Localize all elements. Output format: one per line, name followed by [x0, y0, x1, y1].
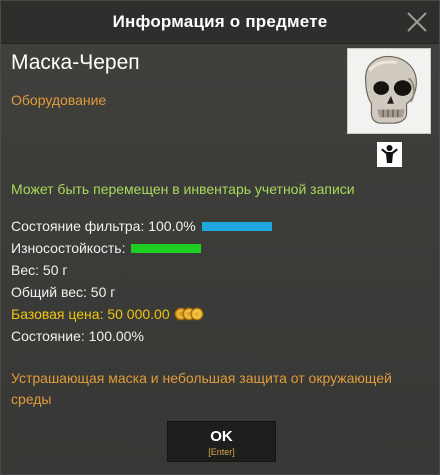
condition-row: Состояние: 100.00% — [11, 325, 272, 347]
item-description: Устрашающая маска и небольшая защита от … — [11, 370, 392, 407]
filter-state-row: Состояние фильтра: 100.0% — [11, 215, 272, 237]
person-equip-icon — [377, 142, 402, 167]
title-bar: Информация о предмете — [1, 1, 439, 44]
close-icon[interactable] — [405, 10, 429, 34]
item-category: Оборудование — [11, 92, 107, 108]
base-price-label: Базовая цена: 50 000.00 — [11, 305, 170, 322]
item-info-dialog: Информация о предмете Маска-Череп Оборуд… — [0, 0, 440, 475]
total-weight-row: Общий вес: 50 г — [11, 281, 272, 303]
skull-mask-image — [347, 48, 431, 134]
durability-row: Износостойкость: — [11, 237, 272, 259]
filter-state-label: Состояние фильтра: 100.0% — [11, 217, 196, 234]
durability-bar — [131, 243, 202, 253]
item-name: Маска-Череп — [11, 51, 140, 74]
weight-label: Вес: 50 г — [11, 261, 68, 278]
dialog-title: Информация о предмете — [112, 12, 328, 31]
durability-label: Износостойкость: — [11, 239, 126, 256]
base-price-row: Базовая цена: 50 000.00 — [11, 303, 272, 325]
weight-row: Вес: 50 г — [11, 259, 272, 281]
condition-label: Состояние: 100.00% — [11, 327, 144, 344]
account-transfer-note: Может быть перемещен в инвентарь учетной… — [11, 181, 355, 197]
ok-button-label: OK — [210, 428, 233, 445]
total-weight-label: Общий вес: 50 г — [11, 283, 116, 300]
ok-button[interactable]: OK [Enter] — [167, 421, 276, 462]
coins-icon — [174, 307, 204, 321]
ok-button-hotkey: [Enter] — [208, 447, 235, 457]
stats-list: Состояние фильтра: 100.0% Износостойкост… — [11, 215, 272, 347]
filter-state-bar — [201, 221, 272, 231]
